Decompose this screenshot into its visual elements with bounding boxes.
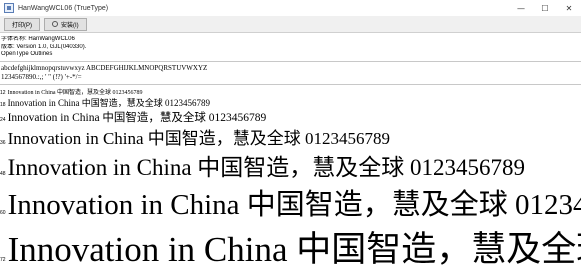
charset-letters: abcdefghijklmnopqrstuvwxyz ABCDEFGHIJKLM… <box>1 64 208 72</box>
sample-line-36: 36 Innovation in China 中国智造，慧及全球 0123456… <box>0 124 390 149</box>
install-button-label: 安装(I) <box>61 22 79 29</box>
sample-size-label: 24 <box>0 117 6 123</box>
sample-size-label: 48 <box>0 171 6 177</box>
sample-text: Innovation in China 中国智造，慧及全球 0123456789 <box>7 98 211 108</box>
shield-icon <box>52 21 58 27</box>
sample-size-label: 36 <box>0 140 6 146</box>
divider <box>0 84 581 85</box>
sample-text: Innovation in China 中国智造，慧及全球 0123456789 <box>7 155 526 180</box>
install-button[interactable]: 安装(I) <box>44 17 87 31</box>
font-outlines: OpenType Outlines <box>1 51 53 57</box>
close-button[interactable]: ✕ <box>557 0 581 16</box>
sample-line-60: 60 Innovation in China 中国智造，慧及全球 0123456… <box>0 181 581 223</box>
sample-line-48: 48 Innovation in China 中国智造，慧及全球 0123456… <box>0 148 525 182</box>
sample-line-24: 24 Innovation in China 中国智造，慧及全球 0123456… <box>0 109 266 125</box>
sample-size-label: 72 <box>0 257 6 263</box>
sample-text: Innovation in China 中国智造，慧及全球 0123456789 <box>7 112 267 124</box>
font-version: 版本: Version 1.0, GJL(040330). <box>1 43 87 50</box>
font-name: 字体名称: HanWangWCL06 <box>1 36 75 42</box>
sample-text: Innovation in China 中国智造，慧及全球 0123456789 <box>7 129 391 148</box>
title-bar: HanWangWCL06 (TrueType) — ☐ ✕ <box>0 0 581 16</box>
toolbar: 打印(P) 安装(I) <box>0 16 581 33</box>
sample-line-18: 18 Innovation in China 中国智造，慧及全球 0123456… <box>0 96 210 109</box>
window-title: HanWangWCL06 (TrueType) <box>18 4 109 12</box>
sample-size-label: 60 <box>0 210 6 216</box>
font-info: 字体名称: HanWangWCL06 版本: Version 1.0, GJL(… <box>0 36 581 59</box>
sample-line-72: 72 Innovation in China 中国智造，慧及全球 0123456… <box>0 221 581 268</box>
minimize-button[interactable]: — <box>509 0 533 16</box>
print-button-label: 打印(P) <box>12 22 32 29</box>
sample-text: Innovation in China 中国智造，慧及全球 0123456789 <box>7 230 581 268</box>
print-button[interactable]: 打印(P) <box>4 17 40 31</box>
font-file-icon <box>4 3 14 13</box>
maximize-button[interactable]: ☐ <box>533 0 557 16</box>
sample-size-label: 18 <box>0 102 6 108</box>
sample-text: Innovation in China 中国智造，慧及全球 0123456789 <box>7 90 143 96</box>
character-set: abcdefghijklmnopqrstuvwxyz ABCDEFGHIJKLM… <box>1 64 581 82</box>
sample-line-12: 12 Innovation in China 中国智造，慧及全球 0123456… <box>0 87 143 96</box>
sample-text: Innovation in China 中国智造，慧及全球 0123456789 <box>7 189 581 221</box>
divider <box>0 61 581 62</box>
charset-digits: 1234567890.:,; ' " (!?) '+-*/= <box>1 73 82 81</box>
window-controls: — ☐ ✕ <box>509 0 581 16</box>
